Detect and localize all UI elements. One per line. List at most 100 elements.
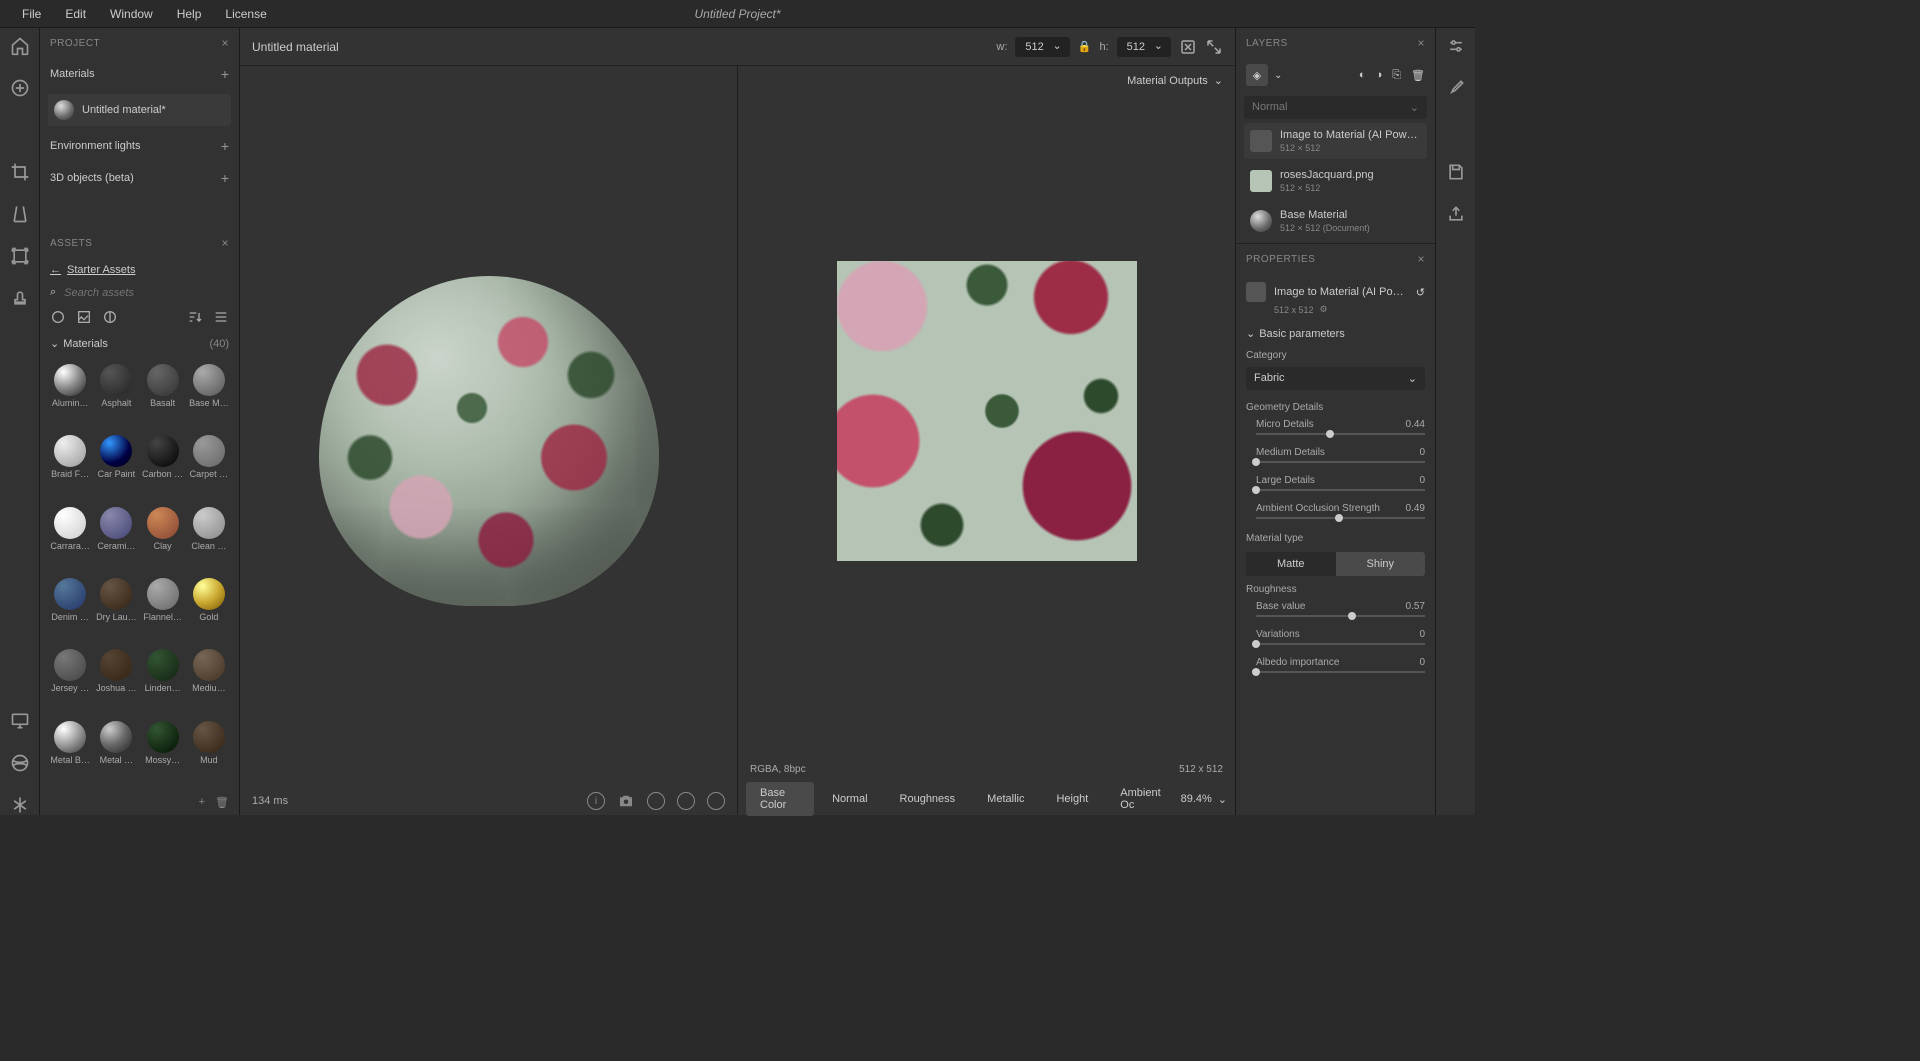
slider[interactable] bbox=[1256, 461, 1425, 463]
crop-icon[interactable] bbox=[10, 162, 30, 182]
asset-item[interactable]: Clean … bbox=[187, 503, 231, 572]
shade-icon[interactable] bbox=[707, 792, 725, 810]
close-project-icon[interactable]: × bbox=[221, 36, 229, 50]
asset-item[interactable]: Dry Lau… bbox=[94, 574, 138, 643]
save-icon[interactable] bbox=[1446, 162, 1466, 182]
asset-item[interactable]: Base M… bbox=[187, 360, 231, 429]
slider[interactable] bbox=[1256, 489, 1425, 491]
brush-icon[interactable] bbox=[1446, 78, 1466, 98]
trash-icon[interactable]: 🗑 bbox=[1411, 69, 1425, 82]
asset-item[interactable]: Mud bbox=[187, 717, 231, 786]
slider[interactable] bbox=[1256, 671, 1425, 673]
lock-icon[interactable]: 🔒 bbox=[1078, 40, 1092, 53]
menu-edit[interactable]: Edit bbox=[53, 7, 98, 21]
slider[interactable] bbox=[1256, 433, 1425, 435]
layer-item[interactable]: rosesJacquard.png512 × 512 bbox=[1244, 163, 1427, 199]
material-item[interactable]: Untitled material* bbox=[48, 94, 231, 126]
close-assets-icon[interactable]: × bbox=[221, 236, 229, 250]
search-input[interactable] bbox=[64, 287, 229, 299]
back-arrow-icon[interactable]: ← bbox=[50, 264, 61, 276]
sort-icon[interactable] bbox=[187, 309, 203, 325]
tab-basecolor[interactable]: Base Color bbox=[746, 782, 814, 816]
starter-assets-link[interactable]: Starter Assets bbox=[67, 264, 135, 276]
asset-item[interactable]: Braid F… bbox=[48, 431, 92, 500]
tab-metallic[interactable]: Metallic bbox=[973, 788, 1038, 810]
tab-normal[interactable]: Normal bbox=[818, 788, 881, 810]
material-type-toggle[interactable]: Matte Shiny bbox=[1246, 552, 1425, 576]
snow-icon[interactable] bbox=[10, 795, 30, 815]
objects-section[interactable]: 3D objects (beta)+ bbox=[40, 162, 239, 194]
shiny-button[interactable]: Shiny bbox=[1336, 552, 1426, 576]
reset-icon[interactable]: ↺ bbox=[1416, 286, 1425, 299]
add-light-icon[interactable]: + bbox=[221, 138, 229, 154]
asset-item[interactable]: Linden… bbox=[141, 645, 185, 714]
layer-item[interactable]: Image to Material (AI Powered)512 × 512 bbox=[1244, 123, 1427, 159]
menu-window[interactable]: Window bbox=[98, 7, 165, 21]
menu-license[interactable]: License bbox=[213, 7, 278, 21]
asset-item[interactable]: Carrara… bbox=[48, 503, 92, 572]
tab-roughness[interactable]: Roughness bbox=[886, 788, 970, 810]
home-icon[interactable] bbox=[10, 36, 30, 56]
menu-help[interactable]: Help bbox=[165, 7, 214, 21]
monitor-icon[interactable] bbox=[10, 711, 30, 731]
add-material-icon[interactable]: + bbox=[221, 66, 229, 82]
asset-item[interactable]: Car Paint bbox=[94, 431, 138, 500]
slider[interactable] bbox=[1256, 643, 1425, 645]
filter-image-icon[interactable] bbox=[76, 309, 92, 325]
wireframe-icon[interactable] bbox=[677, 792, 695, 810]
stamp-icon[interactable] bbox=[10, 288, 30, 308]
asset-item[interactable]: Clay bbox=[141, 503, 185, 572]
close-layers-icon[interactable]: × bbox=[1417, 36, 1425, 50]
info-icon[interactable]: i bbox=[587, 792, 605, 810]
asset-item[interactable]: Denim … bbox=[48, 574, 92, 643]
matte-button[interactable]: Matte bbox=[1246, 552, 1336, 576]
rotate-icon[interactable] bbox=[647, 792, 665, 810]
height-select[interactable]: 512 bbox=[1117, 37, 1171, 57]
gear-icon[interactable]: ⚙ bbox=[1320, 304, 1328, 315]
slider[interactable] bbox=[1256, 615, 1425, 617]
share-icon[interactable] bbox=[1446, 204, 1466, 224]
list-view-icon[interactable] bbox=[213, 309, 229, 325]
asset-item[interactable]: Jersey … bbox=[48, 645, 92, 714]
width-select[interactable]: 512 bbox=[1015, 37, 1069, 57]
asset-item[interactable]: Asphalt bbox=[94, 360, 138, 429]
asset-item[interactable]: Metal B… bbox=[48, 717, 92, 786]
filter-contrast-icon[interactable] bbox=[102, 309, 118, 325]
ao-slider[interactable] bbox=[1256, 517, 1425, 519]
asset-item[interactable]: Flannel… bbox=[141, 574, 185, 643]
add-asset-icon[interactable]: + bbox=[199, 796, 205, 809]
camera-icon[interactable] bbox=[617, 792, 635, 810]
bounds-icon[interactable] bbox=[10, 246, 30, 266]
category-select[interactable]: Fabric⌄ bbox=[1246, 367, 1425, 390]
material-outputs-dropdown[interactable]: Material Outputs⌄ bbox=[1127, 74, 1223, 87]
close-props-icon[interactable]: × bbox=[1417, 252, 1425, 266]
asset-item[interactable]: Metal … bbox=[94, 717, 138, 786]
tab-ao[interactable]: Ambient Oc bbox=[1106, 782, 1176, 816]
expand-icon[interactable] bbox=[1205, 38, 1223, 56]
globe-icon[interactable] bbox=[10, 753, 30, 773]
3d-viewport[interactable]: 134 ms i bbox=[240, 66, 737, 815]
asset-item[interactable]: Gold bbox=[187, 574, 231, 643]
env-lights-section[interactable]: Environment lights+ bbox=[40, 130, 239, 162]
materials-section[interactable]: Materials+ bbox=[40, 58, 239, 90]
export-icon[interactable]: ⎘ bbox=[1392, 69, 1401, 82]
basic-params-accordion[interactable]: ⌄Basic parameters bbox=[1236, 321, 1435, 346]
asset-item[interactable]: Mossy… bbox=[141, 717, 185, 786]
layer-item[interactable]: Base Material512 × 512 (Document) bbox=[1244, 203, 1427, 239]
asset-item[interactable]: Carpet … bbox=[187, 431, 231, 500]
perspective-icon[interactable] bbox=[10, 204, 30, 224]
asset-item[interactable]: Alumin… bbox=[48, 360, 92, 429]
asset-item[interactable]: Basalt bbox=[141, 360, 185, 429]
menu-file[interactable]: File bbox=[10, 7, 53, 21]
filter-sphere-icon[interactable] bbox=[50, 309, 66, 325]
layer-mode-icon[interactable]: ◈ bbox=[1246, 64, 1268, 86]
zoom-chevron-icon[interactable]: ⌄ bbox=[1218, 793, 1227, 806]
sliders-icon[interactable] bbox=[1446, 36, 1466, 56]
asset-item[interactable]: Mediu… bbox=[187, 645, 231, 714]
mask-icon[interactable]: ◐ bbox=[1359, 69, 1366, 82]
adjust-icon[interactable]: ◑ bbox=[1376, 69, 1383, 82]
delete-asset-icon[interactable]: 🗑 bbox=[215, 796, 229, 809]
chevron-down-icon[interactable]: ⌄ bbox=[1274, 70, 1282, 81]
add-circle-icon[interactable] bbox=[10, 78, 30, 98]
2d-viewport[interactable]: Material Outputs⌄ RGBA, 8bpc 512 x 512 B… bbox=[738, 66, 1235, 815]
